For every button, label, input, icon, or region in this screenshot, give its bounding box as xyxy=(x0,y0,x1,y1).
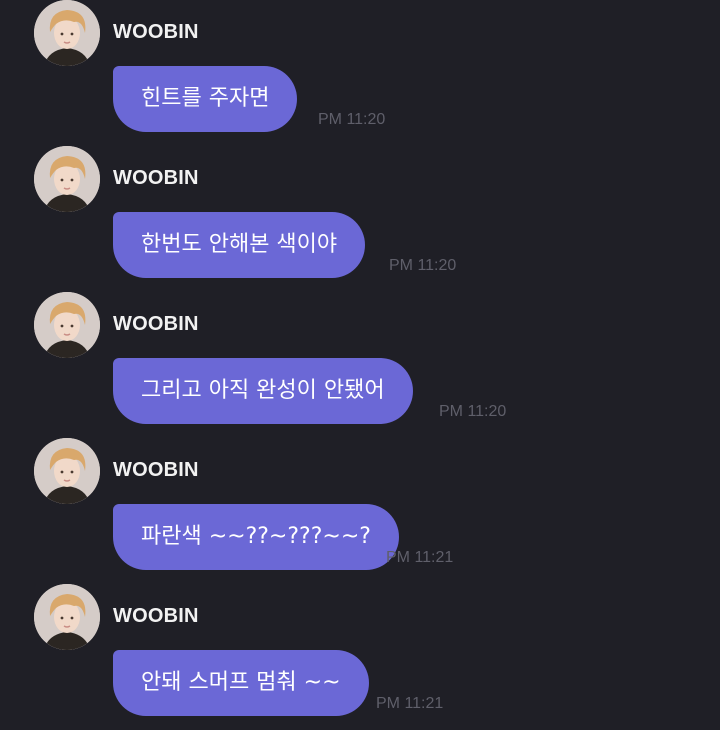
sender-name: WOOBIN xyxy=(113,313,199,335)
avatar[interactable] xyxy=(34,146,100,212)
message-time: PM 11:21 xyxy=(386,549,454,566)
sender-name: WOOBIN xyxy=(113,605,199,627)
chat-thread: WOOBIN 힌트를 주자면 PM 11:20 WOOBIN 한번도 안해본 색… xyxy=(0,0,720,721)
message-time: PM 11:20 xyxy=(389,257,457,274)
message-time: PM 11:21 xyxy=(376,695,444,712)
message-time: PM 11:20 xyxy=(439,403,507,420)
sender-name: WOOBIN xyxy=(113,459,199,481)
chat-message: WOOBIN 파란색 ~~??~???~~? PM 11:21 xyxy=(0,438,720,584)
avatar[interactable] xyxy=(34,0,100,66)
message-bubble[interactable]: 힌트를 주자면 xyxy=(113,66,298,132)
message-bubble[interactable]: 그리고 아직 완성이 안됐어 xyxy=(113,358,413,424)
chat-message: WOOBIN 힌트를 주자면 PM 11:20 xyxy=(0,0,720,146)
message-bubble[interactable]: 안돼 스머프 멈춰 ~~ xyxy=(113,650,369,716)
avatar[interactable] xyxy=(34,438,100,504)
avatar[interactable] xyxy=(34,584,100,650)
chat-message: WOOBIN 안돼 스머프 멈춰 ~~ PM 11:21 xyxy=(0,584,720,730)
message-time: PM 11:20 xyxy=(318,111,386,128)
sender-name: WOOBIN xyxy=(113,21,199,43)
message-bubble[interactable]: 한번도 안해본 색이야 xyxy=(113,212,366,278)
sender-name: WOOBIN xyxy=(113,167,199,189)
chat-message: WOOBIN 그리고 아직 완성이 안됐어 PM 11:20 xyxy=(0,292,720,438)
message-bubble[interactable]: 파란색 ~~??~???~~? xyxy=(113,504,399,570)
avatar[interactable] xyxy=(34,292,100,358)
chat-message: WOOBIN 한번도 안해본 색이야 PM 11:20 xyxy=(0,146,720,292)
